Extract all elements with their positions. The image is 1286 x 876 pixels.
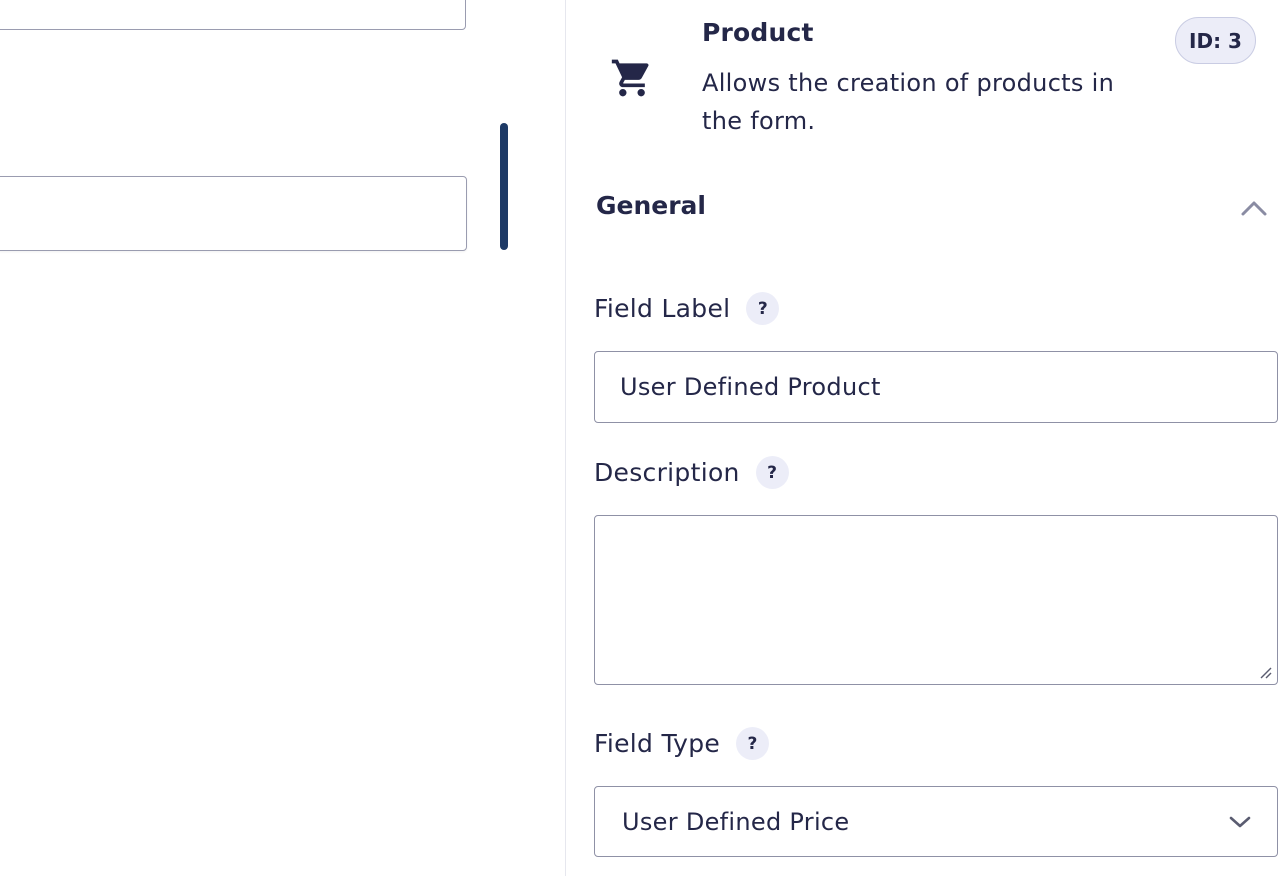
description-textarea[interactable]	[594, 515, 1278, 685]
field-type-selected-value: User Defined Price	[622, 807, 850, 836]
selected-field-indicator	[500, 123, 508, 250]
field-type-label: Field Type ?	[594, 727, 770, 760]
field-label-input[interactable]	[594, 351, 1278, 423]
field-id-badge: ID: 3	[1175, 17, 1256, 64]
field-label-text: Field Label	[594, 294, 731, 323]
form-editor: Product Allows the creation of products …	[0, 0, 1286, 876]
shopping-cart-icon	[611, 59, 649, 97]
canvas-field-preview-selected[interactable]	[0, 176, 467, 251]
canvas-field-preview-top[interactable]	[0, 0, 466, 30]
section-title-general: General	[596, 191, 706, 220]
description-label: Description ?	[594, 456, 789, 489]
form-canvas	[0, 0, 565, 876]
field-settings-panel: Product Allows the creation of products …	[566, 0, 1286, 876]
section-collapse-button[interactable]	[1238, 192, 1270, 224]
help-icon[interactable]: ?	[755, 456, 789, 489]
textarea-resize-handle[interactable]	[1258, 665, 1272, 679]
field-type-description: Allows the creation of products in the f…	[702, 69, 1115, 135]
help-icon[interactable]: ?	[746, 292, 780, 325]
chevron-down-icon	[1229, 816, 1251, 827]
chevron-up-icon	[1241, 201, 1267, 216]
field-type-name: Product	[702, 18, 814, 47]
help-icon[interactable]: ?	[736, 727, 770, 760]
field-label-label: Field Label ?	[594, 292, 780, 325]
description-label-text: Description	[594, 458, 740, 487]
field-type-label-text: Field Type	[594, 729, 721, 758]
field-type-select[interactable]: User Defined Price	[594, 786, 1278, 857]
